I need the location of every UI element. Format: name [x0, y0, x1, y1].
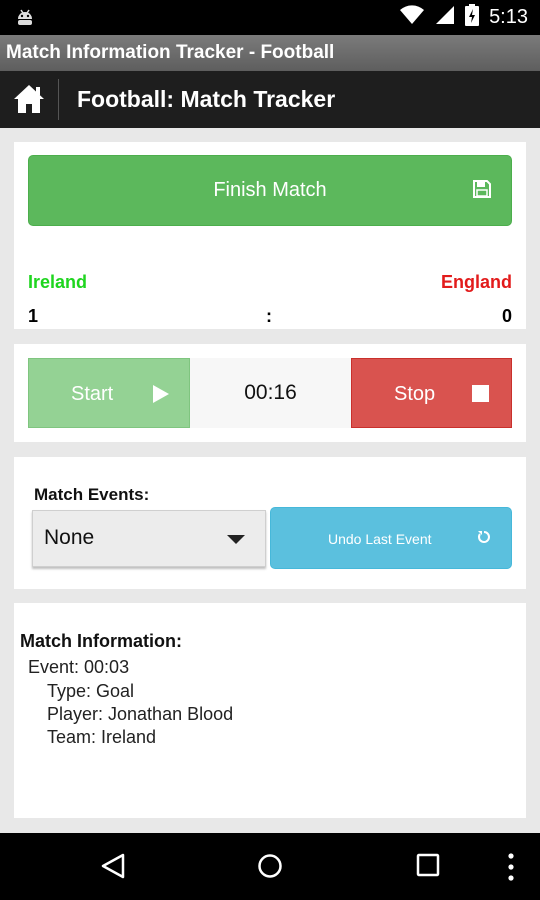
info-team: Team: Ireland [47, 727, 157, 747]
score-separator: : [266, 306, 272, 326]
status-bar: 5:13 [0, 0, 540, 35]
match-events-dropdown[interactable]: None [32, 510, 266, 567]
events-card: Match Events: None Undo Last Event [14, 457, 526, 589]
navigation-bar [0, 833, 540, 900]
android-debug-icon [14, 6, 36, 33]
finish-match-label: Finish Match [213, 179, 327, 201]
info-event: Event: 00:03 [28, 657, 130, 677]
finish-match-button[interactable]: Finish Match [28, 155, 512, 226]
away-score: 0 [501, 306, 512, 326]
undo-label: Undo Last Event [328, 531, 432, 547]
stop-label: Stop [394, 383, 436, 405]
home-team-name: Ireland [28, 272, 88, 292]
action-bar: Football: Match Tracker [0, 71, 540, 128]
home-icon[interactable] [12, 83, 46, 115]
recents-icon[interactable] [416, 853, 440, 882]
match-events-label: Match Events: [34, 485, 150, 504]
page-title: Football: Match Tracker [77, 86, 336, 112]
battery-charging-icon [465, 4, 480, 31]
save-icon [473, 180, 491, 204]
home-nav-icon[interactable] [257, 853, 283, 884]
chevron-down-icon [227, 535, 245, 544]
dropdown-selected-value: None [44, 526, 95, 549]
stop-button[interactable]: Stop [351, 358, 512, 428]
match-info-title: Match Information: [20, 631, 182, 651]
timer-card: Start 00:16 Stop [14, 344, 526, 442]
score-card: Finish Match Ireland England 1 : 0 [14, 142, 526, 329]
clock-time: 5:13 [489, 6, 528, 28]
overflow-menu-icon[interactable] [507, 852, 515, 887]
start-button[interactable]: Start [28, 358, 190, 428]
match-timer: 00:16 [190, 358, 351, 428]
stop-icon [472, 385, 489, 402]
undo-icon [477, 530, 491, 547]
window-title: Match Information Tracker - Football [0, 35, 540, 71]
undo-last-event-button[interactable]: Undo Last Event [270, 507, 512, 569]
signal-icon [435, 5, 455, 30]
start-label: Start [71, 383, 114, 405]
home-score: 1 [28, 306, 39, 326]
match-info-card: Match Information: Event: 00:03 Type: Go… [14, 603, 526, 818]
play-icon [153, 385, 169, 409]
away-team-name: England [441, 272, 512, 292]
back-icon[interactable] [101, 853, 125, 884]
action-bar-divider [58, 79, 59, 120]
wifi-icon [399, 5, 425, 30]
info-type: Type: Goal [47, 681, 135, 701]
info-player: Player: Jonathan Blood [47, 704, 234, 724]
